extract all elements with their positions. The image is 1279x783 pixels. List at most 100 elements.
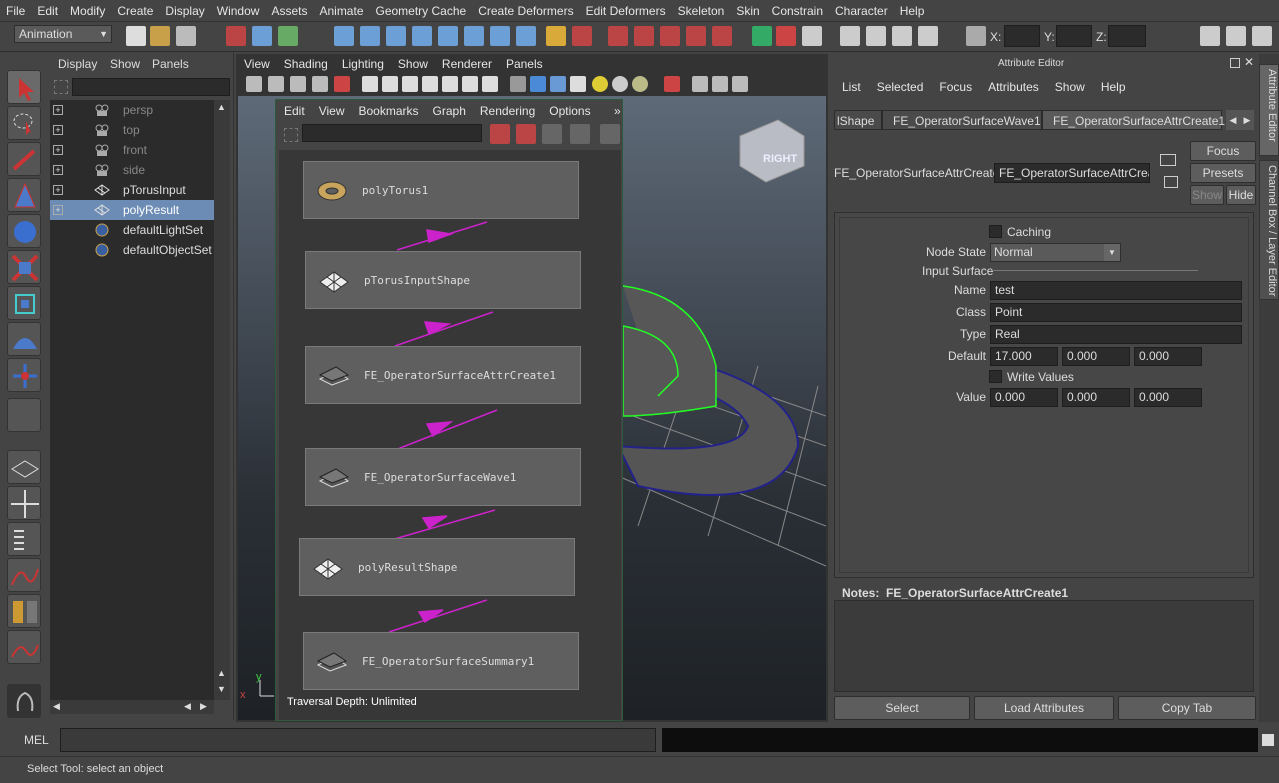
safe-action-icon[interactable] [462,76,478,92]
script-editor-icon[interactable] [1262,734,1274,746]
attribute-editor-toggle-icon[interactable] [1226,26,1246,46]
menu-display[interactable]: Display [159,0,210,22]
use-all-lights-icon[interactable] [592,76,608,92]
channel-box-toggle-icon[interactable] [1200,26,1220,46]
safe-title-icon[interactable] [482,76,498,92]
outliner-item[interactable]: + polyResult [50,200,214,220]
z-field[interactable] [1108,25,1146,47]
scroll-down-arrow-icon[interactable]: ▼ [217,684,226,694]
menu-geometry-cache[interactable]: Geometry Cache [370,0,473,22]
viewport-menu-renderer[interactable]: Renderer [434,54,498,71]
menu-create[interactable]: Create [111,0,159,22]
graph-input-output-icon[interactable] [542,124,562,144]
load-attributes-button[interactable]: Load Attributes [974,696,1114,720]
open-scene-icon[interactable] [150,26,170,46]
textured-icon[interactable] [570,76,586,92]
xray-icon[interactable] [692,76,708,92]
last-tool-icon[interactable] [7,398,41,432]
hypergraph-node[interactable]: polyResultShape [299,538,575,596]
viewport-menu-shading[interactable]: Shading [276,54,334,71]
graph-connections-icon[interactable] [570,124,590,144]
quick-select-sets-icon[interactable] [7,684,41,718]
film-gate-icon[interactable] [382,76,398,92]
default-z-field[interactable]: 0.000 [1134,347,1202,366]
film-icon[interactable] [866,26,886,46]
bookmark-icon[interactable] [290,76,306,92]
gate-mask-icon[interactable] [422,76,438,92]
hypergraph-filter-icon[interactable] [284,128,298,142]
menu-help[interactable]: Help [894,0,931,22]
ae-menu-show[interactable]: Show [1047,76,1093,94]
shadows-icon[interactable] [612,76,628,92]
y-field[interactable] [1056,25,1092,47]
focus-button[interactable]: Focus [1190,141,1256,161]
outliner-item[interactable]: + front [50,140,214,160]
outliner-horizontal-scrollbar[interactable]: ◀ ◀ ▶ [50,700,214,714]
presets-button[interactable]: Presets [1190,163,1256,183]
class-field[interactable]: Point [990,303,1242,322]
hypergraph-node[interactable]: FE_OperatorSurfaceSummary1 [303,632,579,690]
menu-character[interactable]: Character [829,0,894,22]
view-cube[interactable]: RIGHT [739,119,805,183]
menu-modify[interactable]: Modify [64,0,111,22]
new-scene-icon[interactable] [126,26,146,46]
write-values-checkbox[interactable] [989,370,1002,383]
copy-tab-button[interactable]: Copy Tab [1118,696,1256,720]
clapperboard-icon[interactable] [840,26,860,46]
output-connection-icon[interactable] [1164,176,1178,188]
outliner-filter-icon[interactable] [54,80,68,94]
isolate-select-icon[interactable] [664,76,680,92]
outliner-item[interactable]: defaultLightSet [50,220,214,240]
outliner-item[interactable]: + pTorusInput [50,180,214,200]
type-field[interactable]: Real [990,325,1242,344]
outliner-menu-show[interactable]: Show [110,57,140,71]
outliner-item[interactable]: + persp [50,100,214,120]
select-hierarchy-icon[interactable] [226,26,246,46]
hypershade-icon[interactable] [686,26,706,46]
resolution-gate-icon[interactable] [402,76,418,92]
xray-joints-icon[interactable] [712,76,728,92]
tool-settings-toggle-icon[interactable] [1252,26,1272,46]
universal-manipulator-icon[interactable] [7,286,41,320]
render-settings-icon[interactable] [660,26,680,46]
node-name-field[interactable]: FE_OperatorSurfaceAttrCreate1 [994,163,1150,183]
paint-select-icon[interactable] [7,142,41,176]
construction-history-icon[interactable] [572,26,592,46]
wireframe-on-shaded-icon[interactable] [550,76,566,92]
scale-tool-icon[interactable] [7,250,41,284]
menu-animate[interactable]: Animate [313,0,369,22]
hypergraph-overflow-icon[interactable]: » [606,100,627,118]
mode-dropdown[interactable]: Animation ▼ [14,25,112,43]
transform-mode-icon[interactable] [966,26,986,46]
hypergraph-menu-bookmarks[interactable]: Bookmarks [350,100,424,118]
tab-surface-attr-create[interactable]: FE_OperatorSurfaceAttrCreate1 [1042,110,1225,130]
persp-graph-layout-icon[interactable] [7,630,41,664]
hypergraph-node[interactable]: FE_OperatorSurfaceWave1 [305,448,581,506]
menu-file[interactable]: File [0,0,31,22]
snap-grid-icon[interactable] [334,26,354,46]
input-connection-icon[interactable] [1160,154,1176,166]
select-tool-icon[interactable] [7,70,41,104]
show-manipulator-icon[interactable] [7,358,41,392]
ae-menu-focus[interactable]: Focus [931,76,980,94]
tab-attribute-editor[interactable]: Attribute Editor [1259,64,1279,156]
hide-button[interactable]: Hide [1226,185,1256,205]
viewport-menu-panels[interactable]: Panels [498,54,549,71]
graph-layout-icon[interactable] [490,124,510,144]
hypergraph-menu-edit[interactable]: Edit [276,100,311,118]
grid-toggle-icon[interactable] [362,76,378,92]
expand-plus-icon[interactable]: + [53,185,63,195]
save-scene-icon[interactable] [176,26,196,46]
single-perspective-layout-icon[interactable] [7,450,41,484]
outliner-search-input[interactable] [72,78,230,96]
hypergraph-layout-icon[interactable] [7,594,41,628]
viewport-menu-lighting[interactable]: Lighting [334,54,390,71]
scroll-left-arrow-icon[interactable]: ◀ [184,701,191,712]
value-z-field[interactable]: 0.000 [1134,388,1202,407]
command-input[interactable] [60,728,656,752]
graph-editor-layout-icon[interactable] [7,558,41,592]
ae-menu-list[interactable]: List [834,76,869,94]
ae-menu-attributes[interactable]: Attributes [980,76,1047,94]
x-field[interactable] [1004,25,1040,47]
film-edit-icon[interactable] [918,26,938,46]
